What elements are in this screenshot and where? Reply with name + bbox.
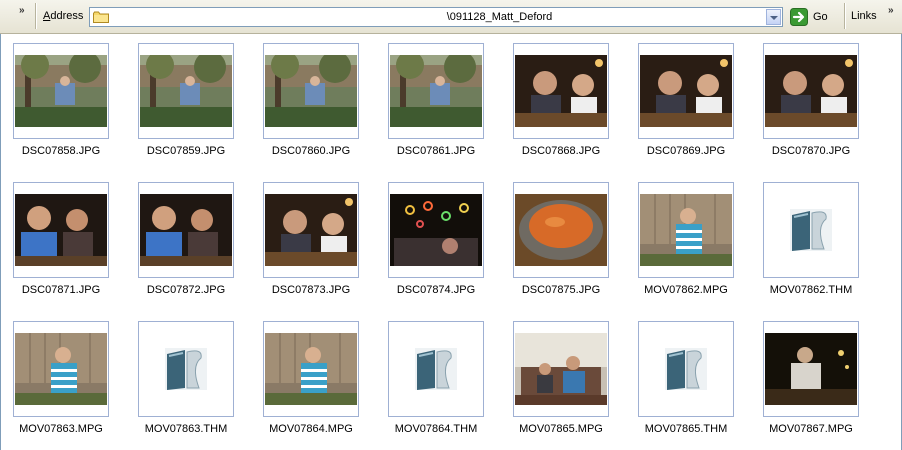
go-label: Go (813, 11, 828, 23)
generic-file-icon (790, 209, 832, 251)
links-label[interactable]: Links (851, 10, 877, 22)
file-name: MOV07864.THM (394, 423, 478, 435)
file-name: DSC07873.JPG (271, 284, 351, 296)
file-name: MOV07862.MPG (644, 284, 728, 296)
file-thumbnail[interactable] (388, 43, 484, 139)
thumbnail-image (765, 333, 857, 405)
file-view: DSC07858.JPG DSC07859.JPG DSC07860.JPG DSC0… (0, 34, 902, 450)
file-thumbnail[interactable] (638, 43, 734, 139)
file-thumbnail[interactable] (388, 182, 484, 278)
file-item[interactable]: DSC07860.JPG (261, 43, 361, 161)
file-item[interactable]: DSC07870.JPG (761, 43, 861, 161)
file-item[interactable]: MOV07867.MPG (761, 321, 861, 439)
file-thumbnail[interactable] (263, 321, 359, 417)
generic-file-icon (415, 348, 457, 390)
file-name: MOV07864.MPG (269, 423, 353, 435)
file-item[interactable]: MOV07864.THM (386, 321, 486, 439)
file-thumbnail[interactable] (138, 321, 234, 417)
thumbnail-image (15, 55, 107, 127)
file-item[interactable]: MOV07862.THM (761, 182, 861, 300)
address-toolbar: » Address \091128_Matt_Deford Go Links » (0, 0, 902, 34)
file-name: DSC07875.JPG (521, 284, 601, 296)
address-path: \091128_Matt_Deford (446, 11, 553, 23)
thumbnail-image (515, 55, 607, 127)
file-thumbnail[interactable] (263, 43, 359, 139)
file-thumbnail[interactable] (513, 182, 609, 278)
thumbnail-image (15, 194, 107, 266)
file-name: DSC07872.JPG (146, 284, 226, 296)
file-name: DSC07870.JPG (771, 145, 851, 157)
file-item[interactable]: DSC07871.JPG (11, 182, 111, 300)
thumbnail-image (640, 194, 732, 266)
file-item[interactable]: MOV07864.MPG (261, 321, 361, 439)
thumbnail-image (515, 194, 607, 266)
file-thumbnail[interactable] (763, 43, 859, 139)
file-name: MOV07863.MPG (19, 423, 103, 435)
thumbnail-image (265, 333, 357, 405)
thumbnail-image (15, 333, 107, 405)
toolbar-separator (844, 3, 846, 29)
toolbar-chevron-icon[interactable]: » (19, 5, 24, 16)
file-name: DSC07859.JPG (146, 145, 226, 157)
thumbnail-image (390, 194, 482, 266)
links-chevron-icon[interactable]: » (888, 5, 893, 16)
thumbnail-image (390, 55, 482, 127)
file-name: MOV07863.THM (144, 423, 228, 435)
file-thumbnail[interactable] (513, 43, 609, 139)
thumbnail-image (265, 194, 357, 266)
file-name: DSC07860.JPG (271, 145, 351, 157)
file-name: DSC07861.JPG (396, 145, 476, 157)
file-item[interactable]: DSC07858.JPG (11, 43, 111, 161)
file-thumbnail[interactable] (13, 321, 109, 417)
address-field[interactable]: \091128_Matt_Deford (89, 7, 783, 27)
address-dropdown-button[interactable] (766, 9, 781, 25)
file-item[interactable]: MOV07863.THM (136, 321, 236, 439)
file-item[interactable]: DSC07868.JPG (511, 43, 611, 161)
file-name: DSC07871.JPG (21, 284, 101, 296)
address-label: Address (43, 10, 84, 22)
file-name: DSC07874.JPG (396, 284, 476, 296)
file-item[interactable]: DSC07875.JPG (511, 182, 611, 300)
thumbnail-image (140, 55, 232, 127)
go-arrow-icon (790, 8, 808, 26)
file-name: MOV07865.MPG (519, 423, 603, 435)
file-thumbnail[interactable] (763, 182, 859, 278)
file-thumbnail[interactable] (638, 321, 734, 417)
generic-file-icon (665, 348, 707, 390)
file-thumbnail[interactable] (763, 321, 859, 417)
thumbnail-image (265, 55, 357, 127)
file-thumbnail[interactable] (263, 182, 359, 278)
file-thumbnail[interactable] (388, 321, 484, 417)
thumbnail-image (140, 194, 232, 266)
file-item[interactable]: DSC07873.JPG (261, 182, 361, 300)
thumbnail-image (515, 333, 607, 405)
file-thumbnail[interactable] (138, 182, 234, 278)
file-item[interactable]: MOV07865.MPG (511, 321, 611, 439)
file-name: DSC07869.JPG (646, 145, 726, 157)
file-thumbnail[interactable] (13, 43, 109, 139)
file-thumbnail[interactable] (638, 182, 734, 278)
file-thumbnail[interactable] (513, 321, 609, 417)
file-name: MOV07865.THM (644, 423, 728, 435)
file-item[interactable]: DSC07872.JPG (136, 182, 236, 300)
file-name: DSC07868.JPG (521, 145, 601, 157)
file-item[interactable]: MOV07865.THM (636, 321, 736, 439)
file-item[interactable]: MOV07863.MPG (11, 321, 111, 439)
file-thumbnail[interactable] (13, 182, 109, 278)
file-name: DSC07858.JPG (21, 145, 101, 157)
toolbar-separator (35, 3, 37, 29)
generic-file-icon (165, 348, 207, 390)
thumbnail-image (640, 55, 732, 127)
file-name: MOV07862.THM (769, 284, 853, 296)
file-item[interactable]: DSC07861.JPG (386, 43, 486, 161)
file-name: MOV07867.MPG (769, 423, 853, 435)
thumbnail-image (765, 55, 857, 127)
file-thumbnail[interactable] (138, 43, 234, 139)
go-button[interactable]: Go (789, 7, 835, 27)
file-item[interactable]: DSC07869.JPG (636, 43, 736, 161)
file-item[interactable]: DSC07874.JPG (386, 182, 486, 300)
file-item[interactable]: MOV07862.MPG (636, 182, 736, 300)
file-item[interactable]: DSC07859.JPG (136, 43, 236, 161)
